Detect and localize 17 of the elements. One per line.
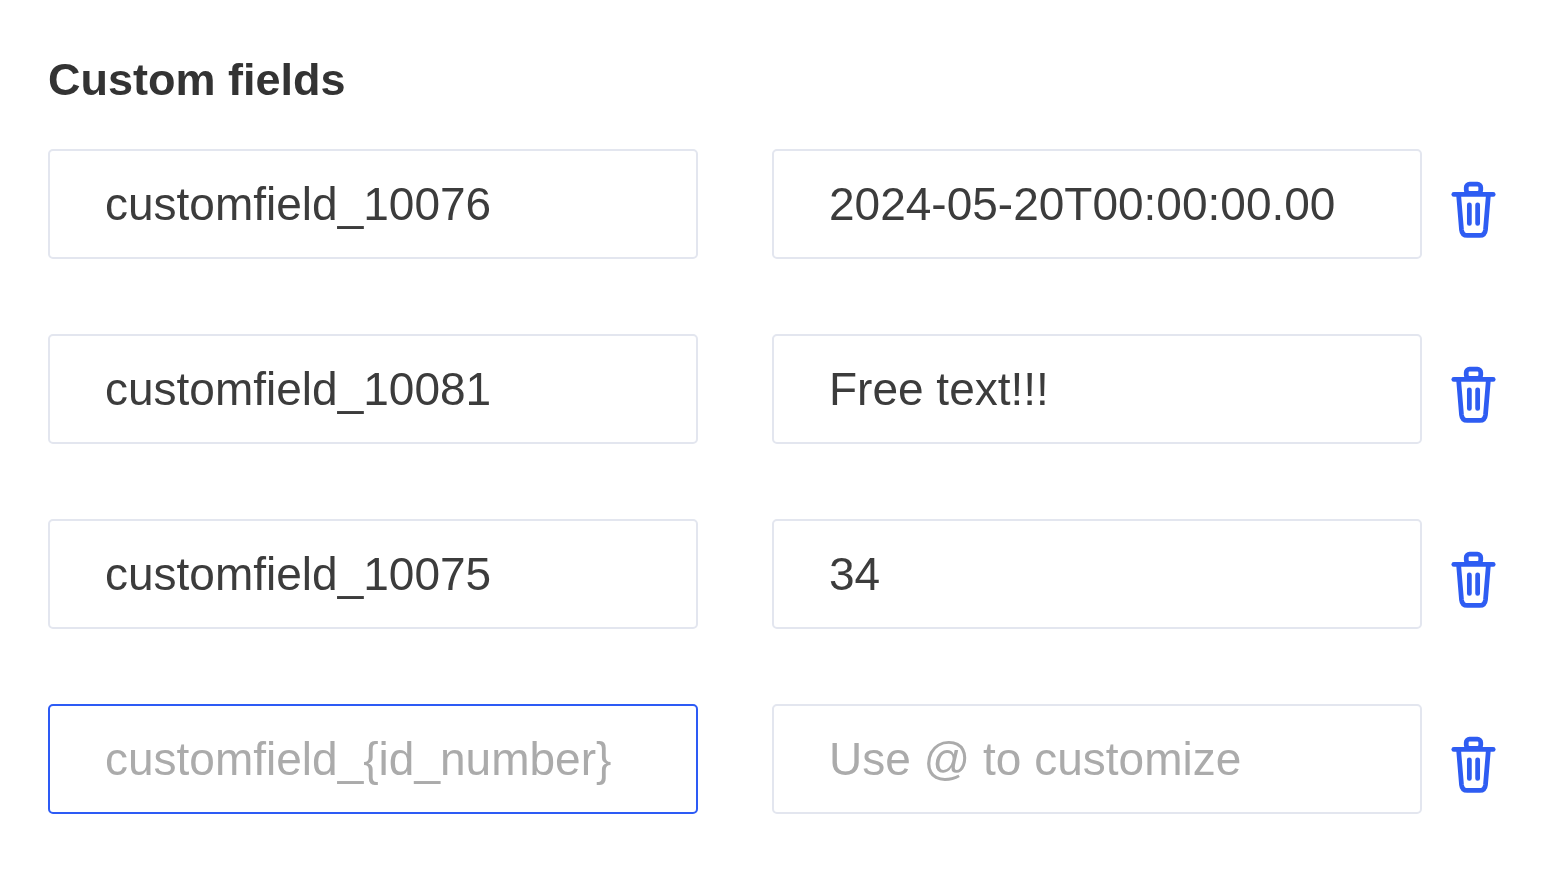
trash-icon — [1450, 366, 1497, 424]
delete-button[interactable] — [1450, 736, 1497, 794]
field-name-input[interactable]: customfield_{id_number} — [48, 704, 698, 814]
delete-button[interactable] — [1450, 551, 1497, 609]
field-value-input[interactable]: Free text!!! — [772, 334, 1422, 444]
field-name-input[interactable]: customfield_10076 — [48, 149, 698, 259]
field-value-input[interactable]: Use @ to customize — [772, 704, 1422, 814]
field-name-input[interactable]: customfield_10081 — [48, 334, 698, 444]
trash-icon — [1450, 736, 1497, 794]
field-name-input[interactable]: customfield_10075 — [48, 519, 698, 629]
field-value-input[interactable]: 2024-05-20T00:00:00.00 — [772, 149, 1422, 259]
delete-button[interactable] — [1450, 366, 1497, 424]
trash-icon — [1450, 181, 1497, 239]
field-value-input[interactable]: 34 — [772, 519, 1422, 629]
section-heading: Custom fields — [48, 53, 347, 107]
delete-button[interactable] — [1450, 181, 1497, 239]
trash-icon — [1450, 551, 1497, 609]
